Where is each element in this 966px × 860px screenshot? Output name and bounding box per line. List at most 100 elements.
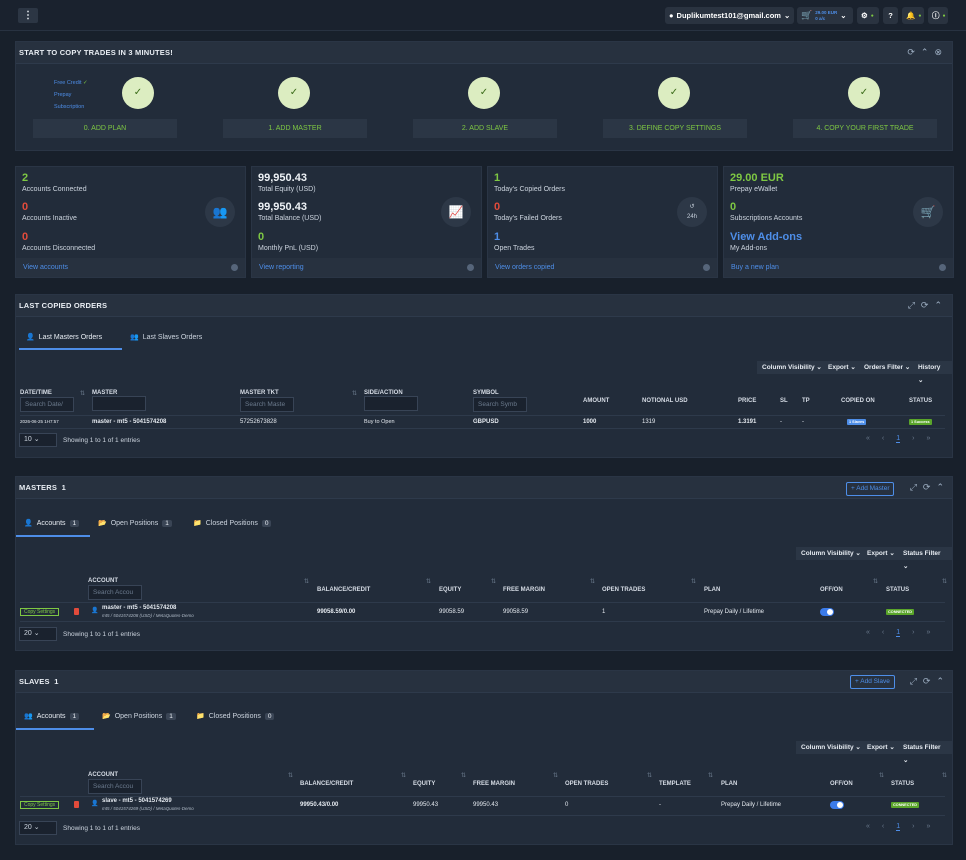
plan-option-free-credit[interactable]: Free Credit ✓ <box>54 80 88 86</box>
sort-icon[interactable]: ⇅ <box>461 772 466 779</box>
expand-icon[interactable]: ⤢ <box>910 482 917 493</box>
wallet-dropdown[interactable]: 🛒 29.00 EUR 0 a/c ⌄ <box>797 7 853 24</box>
master-account-name[interactable]: master - mt5 - 5041574208 <box>102 605 176 611</box>
chevron-up-icon[interactable]: ⌃ <box>936 676 944 687</box>
notifications-button[interactable]: 🔔 ● <box>902 7 924 24</box>
page-size-select[interactable]: 20 ⌄ <box>19 821 57 835</box>
tab-accounts[interactable]: 👤 Accounts 1 <box>24 519 80 527</box>
page-size-select[interactable]: 10 ⌄ <box>19 433 57 447</box>
tab-last-masters-orders[interactable]: 👤 Last Masters Orders <box>26 333 102 342</box>
sort-icon[interactable]: ⇅ <box>304 578 309 585</box>
col-status[interactable]: STATUS <box>909 398 932 404</box>
col-account[interactable]: ACCOUNT <box>88 772 118 778</box>
col-balance-credit[interactable]: BALANCE/CREDIT <box>317 587 370 593</box>
column-visibility-button[interactable]: Column Visibility ⌄ <box>796 547 866 560</box>
first-page-button[interactable]: « <box>866 823 870 831</box>
slave-account-name[interactable]: slave - mt5 - 5041574269 <box>102 798 172 804</box>
prev-page-button[interactable]: ‹ <box>882 629 884 637</box>
col-copied-on[interactable]: COPIED ON <box>841 398 875 404</box>
col-account[interactable]: ACCOUNT <box>88 578 118 584</box>
step-define-copy-settings[interactable]: 3. DEFINE COPY SETTINGS <box>603 119 747 138</box>
export-button[interactable]: Export ⌄ <box>862 741 900 754</box>
sort-icon[interactable]: ⇅ <box>879 772 884 779</box>
symbol-search-input[interactable]: Search Symb <box>473 397 527 412</box>
side-search-input[interactable] <box>364 396 418 411</box>
prev-page-button[interactable]: ‹ <box>882 823 884 831</box>
tab-open-positions[interactable]: 📂 Open Positions 1 <box>98 519 172 527</box>
chevron-up-icon[interactable]: ⌃ <box>934 300 942 311</box>
master-tkt-search-input[interactable]: Search Maste <box>240 397 294 412</box>
col-balance-credit[interactable]: BALANCE/CREDIT <box>300 781 353 787</box>
copy-settings-button[interactable]: Copy Settings <box>20 608 60 616</box>
master-search-input[interactable] <box>92 396 146 411</box>
help-button[interactable]: ? <box>883 7 898 24</box>
col-status[interactable]: STATUS <box>891 781 914 787</box>
tab-closed-positions[interactable]: 📁 Closed Positions 0 <box>193 519 272 527</box>
refresh-icon[interactable]: ⟳ <box>907 47 915 58</box>
step-add-plan[interactable]: 0. ADD PLAN <box>33 119 177 138</box>
copy-settings-button[interactable]: Copy Settings <box>20 801 60 809</box>
col-datetime[interactable]: DATE/TIME <box>20 390 52 396</box>
plan-option-prepay[interactable]: Prepay <box>54 92 71 98</box>
orders-filter-button[interactable]: Orders Filter ⌄ <box>859 361 916 374</box>
history-button[interactable]: History ⌄ <box>913 361 952 384</box>
tab-accounts[interactable]: 👥 Accounts 1 <box>24 712 80 720</box>
step-add-slave[interactable]: 2. ADD SLAVE <box>413 119 557 138</box>
first-page-button[interactable]: « <box>866 629 870 637</box>
close-icon[interactable]: ⊗ <box>934 47 942 58</box>
sort-icon[interactable]: ⇅ <box>647 772 652 779</box>
col-symbol[interactable]: SYMBOL <box>473 390 499 396</box>
next-page-button[interactable]: › <box>912 435 914 443</box>
page-button[interactable]: 1 <box>896 823 901 831</box>
col-notional-usd[interactable]: NOTIONAL USD <box>642 398 688 404</box>
col-equity[interactable]: EQUITY <box>413 781 435 787</box>
col-open-trades[interactable]: OPEN TRADES <box>602 587 645 593</box>
sort-icon[interactable]: ⇅ <box>491 578 496 585</box>
page-size-select[interactable]: 20 ⌄ <box>19 627 57 641</box>
account-search-input[interactable]: Search Accou <box>88 779 142 794</box>
sort-icon[interactable]: ⇅ <box>942 578 947 585</box>
col-amount[interactable]: AMOUNT <box>583 398 609 404</box>
col-equity[interactable]: EQUITY <box>439 587 461 593</box>
export-button[interactable]: Export ⌄ <box>823 361 861 374</box>
view-reporting-link[interactable]: View reporting <box>252 258 481 277</box>
col-free-margin[interactable]: FREE MARGIN <box>503 587 545 593</box>
master-on-off-toggle[interactable] <box>820 608 834 616</box>
chevron-up-icon[interactable]: ⌃ <box>921 47 929 58</box>
sort-icon[interactable]: ⇅ <box>553 772 558 779</box>
account-dropdown[interactable]: ● Duplikumtest101@gmail.com ⌄ <box>665 7 794 24</box>
first-page-button[interactable]: « <box>866 435 870 443</box>
date-search-input[interactable]: Search Date/ <box>20 397 74 412</box>
export-button[interactable]: Export ⌄ <box>862 547 900 560</box>
column-visibility-button[interactable]: Column Visibility ⌄ <box>757 361 827 374</box>
account-search-input[interactable]: Search Accou <box>88 585 142 600</box>
buy-new-plan-link[interactable]: Buy a new plan <box>724 258 953 277</box>
view-accounts-link[interactable]: View accounts <box>16 258 245 277</box>
step-copy-first-trade[interactable]: 4. COPY YOUR FIRST TRADE <box>793 119 937 138</box>
col-plan[interactable]: PLAN <box>721 781 737 787</box>
tab-open-positions[interactable]: 📂 Open Positions 1 <box>102 712 176 720</box>
expand-icon[interactable]: ⤢ <box>910 676 917 687</box>
sort-icon[interactable]: ⇅ <box>942 772 947 779</box>
column-visibility-button[interactable]: Column Visibility ⌄ <box>796 741 866 754</box>
prev-page-button[interactable]: ‹ <box>882 435 884 443</box>
next-page-button[interactable]: › <box>912 823 914 831</box>
col-tp[interactable]: TP <box>802 398 810 404</box>
col-master-tkt[interactable]: MASTER TKT <box>240 390 279 396</box>
sort-icon[interactable]: ⇅ <box>426 578 431 585</box>
add-slave-button[interactable]: + Add Slave <box>850 675 895 689</box>
refresh-icon[interactable]: ⟳ <box>921 300 929 311</box>
last-page-button[interactable]: » <box>927 435 931 443</box>
col-free-margin[interactable]: FREE MARGIN <box>473 781 515 787</box>
trash-icon[interactable] <box>74 801 79 808</box>
col-sl[interactable]: SL <box>780 398 788 404</box>
col-template[interactable]: TEMPLATE <box>659 781 691 787</box>
menu-button[interactable]: ⋮ <box>18 8 38 23</box>
col-price[interactable]: PRICE <box>738 398 756 404</box>
col-open-trades[interactable]: OPEN TRADES <box>565 781 608 787</box>
page-button[interactable]: 1 <box>896 629 901 637</box>
sort-icon[interactable]: ⇅ <box>691 578 696 585</box>
sort-icon[interactable]: ⇅ <box>590 578 595 585</box>
add-master-button[interactable]: + Add Master <box>846 482 895 496</box>
col-status[interactable]: STATUS <box>886 587 909 593</box>
